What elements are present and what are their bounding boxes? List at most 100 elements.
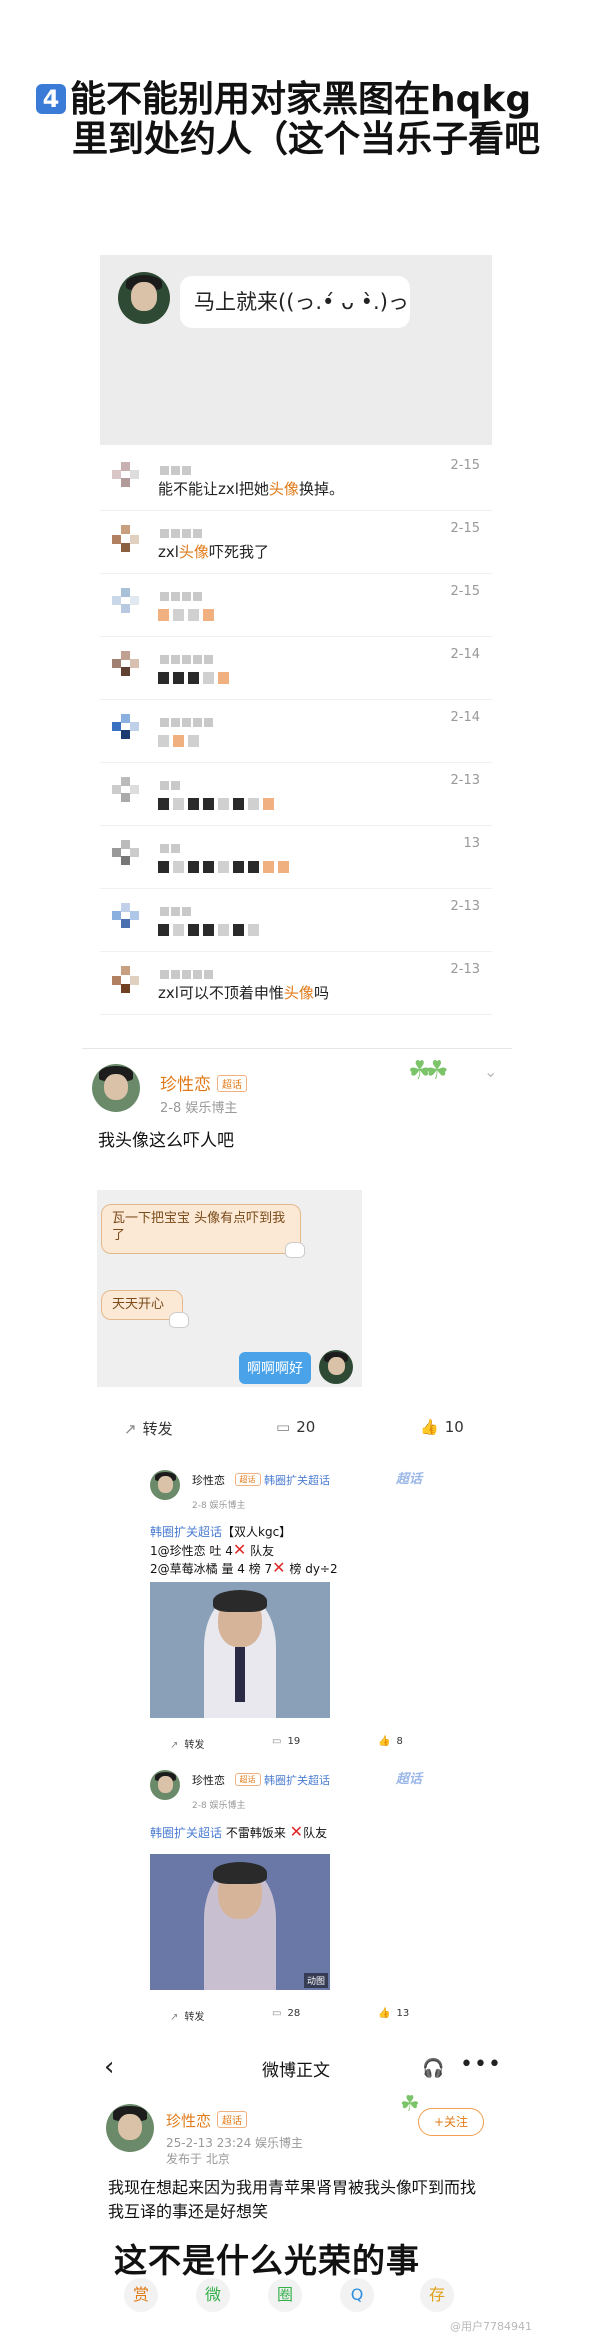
header-line-1: 4 能不能别用对家黑图在hqkg — [36, 80, 576, 120]
blurred-text — [158, 669, 233, 684]
list-item[interactable]: zxl可以不顶着申惟头像吗 2-13 — [100, 952, 492, 1015]
post-text: 韩圈扩关超话【双人kgc】 — [150, 1525, 292, 1539]
avatar — [112, 840, 146, 874]
qq-icon[interactable]: Q — [340, 2278, 374, 2312]
post-header: 4 能不能别用对家黑图在hqkg 里到处约人（这个当乐子看吧 — [36, 80, 576, 160]
gif-badge: 动图 — [303, 1973, 328, 1988]
avatar[interactable] — [92, 1064, 140, 1112]
headphones-icon[interactable]: 🎧 — [422, 2058, 444, 2079]
page-title: 微博正文 — [262, 2061, 330, 2081]
blurred-username — [160, 523, 230, 538]
blurred-text — [158, 795, 278, 810]
author-name: 珍性恋 超话 韩圈扩关超话 — [192, 1773, 330, 1787]
post-text: 1@珍性恋 吐 4✕ 队友 — [150, 1540, 275, 1559]
post-text: 我头像这么吓人吧 — [98, 1131, 234, 1151]
blurred-username — [160, 838, 230, 853]
blurred-username — [160, 775, 230, 790]
author-name: 珍性恋 超话 韩圈扩关超话 — [192, 1473, 330, 1487]
header-line-2: 里到处约人（这个当乐子看吧 — [72, 119, 541, 160]
comment-button[interactable]: ▭ 19 — [272, 1736, 300, 1747]
avatar — [112, 651, 146, 685]
comment-date: 13 — [463, 836, 480, 851]
blurred-text — [158, 606, 218, 621]
keycap-4-icon: 4 — [36, 84, 66, 114]
list-item[interactable]: 2-15 — [100, 574, 492, 637]
avatar — [319, 1350, 353, 1384]
avatar — [112, 462, 146, 496]
moments-icon[interactable]: 圈 — [268, 2278, 302, 2312]
back-icon[interactable]: ‹ — [104, 2052, 114, 2082]
clover-icon: ☘☘ — [408, 1056, 449, 1086]
level-badge: 超话 — [217, 1075, 247, 1092]
comment-text: 能不能让zxl把她头像换掉。 — [158, 480, 344, 498]
comment-date: 2-14 — [450, 710, 480, 725]
chat-screenshot: 瓦一下把宝宝 头像有点吓到我了 天天开心 啊啊啊好 — [97, 1190, 362, 1387]
comment-button[interactable]: ▭ 20 — [276, 1418, 315, 1436]
repost-icon: ↗ — [124, 1420, 137, 1438]
blurred-text — [158, 921, 263, 936]
author-name[interactable]: 珍性恋 超话 — [160, 1070, 247, 1095]
comment-date: 2-13 — [450, 899, 480, 914]
avatar — [112, 966, 146, 1000]
repost-button[interactable]: ↗ 转发 — [124, 1418, 173, 1439]
post-meta: 2-8 娱乐博主 — [192, 1801, 246, 1811]
comment-date: 2-13 — [450, 962, 480, 977]
blurred-username — [160, 460, 230, 475]
comment-date: 2-14 — [450, 647, 480, 662]
list-item[interactable]: 能不能让zxl把她头像换掉。 2-15 — [100, 448, 492, 511]
avatar[interactable] — [106, 2104, 154, 2152]
follow-button[interactable]: +关注 — [418, 2108, 484, 2136]
post-photo[interactable] — [150, 1582, 330, 1718]
like-button[interactable]: 👍 10 — [420, 1418, 464, 1436]
thumbs-up-icon: 👍 — [420, 1418, 439, 1436]
chat-bubble-self: 啊啊啊好 — [239, 1352, 311, 1384]
repost-button[interactable]: ↗ 转发 — [170, 1736, 204, 1751]
comment-date: 2-15 — [450, 458, 480, 473]
post-text: 2@草莓冰橘 量 4 榜 7✕ 榜 dy÷2 — [150, 1558, 338, 1577]
chat-bubble: 瓦一下把宝宝 头像有点吓到我了 — [101, 1204, 301, 1254]
avatar — [112, 714, 146, 748]
post-photo[interactable]: 动图 — [150, 1854, 330, 1990]
list-item[interactable]: 13 — [100, 826, 492, 889]
post-meta: 2-8 娱乐博主 — [192, 1501, 246, 1511]
comment-button[interactable]: ▭ 28 — [272, 2008, 300, 2019]
list-item[interactable]: 2-14 — [100, 637, 492, 700]
save-icon[interactable]: 存 — [420, 2278, 454, 2312]
blurred-text — [158, 732, 203, 747]
avatar — [150, 1470, 180, 1500]
watermark: @用户7784941 — [450, 2320, 532, 2333]
reward-icon[interactable]: 赏 — [124, 2278, 158, 2312]
post-meta: 25-2-13 23:24 娱乐博主 — [166, 2136, 304, 2150]
chaohua-badge: 超话 — [395, 1772, 422, 1787]
avatar — [112, 588, 146, 622]
blurred-text — [158, 858, 293, 873]
comment-text: zxl可以不顶着申惟头像吗 — [158, 984, 329, 1002]
clover-icon: ☘ — [400, 2092, 420, 2117]
divider — [82, 1048, 512, 1049]
more-icon[interactable]: ••• — [460, 2052, 502, 2077]
list-item[interactable]: zxl头像吓死我了 2-15 — [100, 511, 492, 574]
list-item[interactable]: 2-14 — [100, 700, 492, 763]
wechat-icon[interactable]: 微 — [196, 2278, 230, 2312]
chat-bubble: 马上就来((っ.•́ ᴗ •̀.)っ — [180, 276, 410, 328]
like-button[interactable]: 👍 8 — [378, 1736, 403, 1747]
comment-date: 2-15 — [450, 521, 480, 536]
comment-text: zxl头像吓死我了 — [158, 543, 269, 561]
post-text: 韩圈扩关超话 不雷韩饭来 ✕队友 — [150, 1822, 328, 1841]
blurred-username — [160, 901, 230, 916]
author-name[interactable]: 珍性恋 超话 — [166, 2110, 248, 2131]
cat-icon — [285, 1242, 305, 1258]
caption-overlay: 这不是什么光荣的事 — [114, 2241, 420, 2280]
list-item[interactable]: 2-13 — [100, 889, 492, 952]
list-item[interactable]: 2-13 — [100, 763, 492, 826]
repost-button[interactable]: ↗ 转发 — [170, 2008, 204, 2023]
chevron-down-icon[interactable]: ⌄ — [484, 1062, 497, 1081]
comment-date: 2-13 — [450, 773, 480, 788]
comment-list: 能不能让zxl把她头像换掉。 2-15 zxl头像吓死我了 2-15 2-15 … — [100, 448, 492, 1015]
post-location: 发布于 北京 — [166, 2152, 230, 2166]
level-badge: 超话 — [217, 2111, 248, 2128]
like-button[interactable]: 👍 13 — [378, 2008, 409, 2019]
avatar — [112, 903, 146, 937]
embedded-post: 珍性恋 超话 韩圈扩关超话 超话 2-8 娱乐博主 韩圈扩关超话 不雷韩饭来 ✕… — [140, 1766, 440, 2026]
comment-date: 2-15 — [450, 584, 480, 599]
